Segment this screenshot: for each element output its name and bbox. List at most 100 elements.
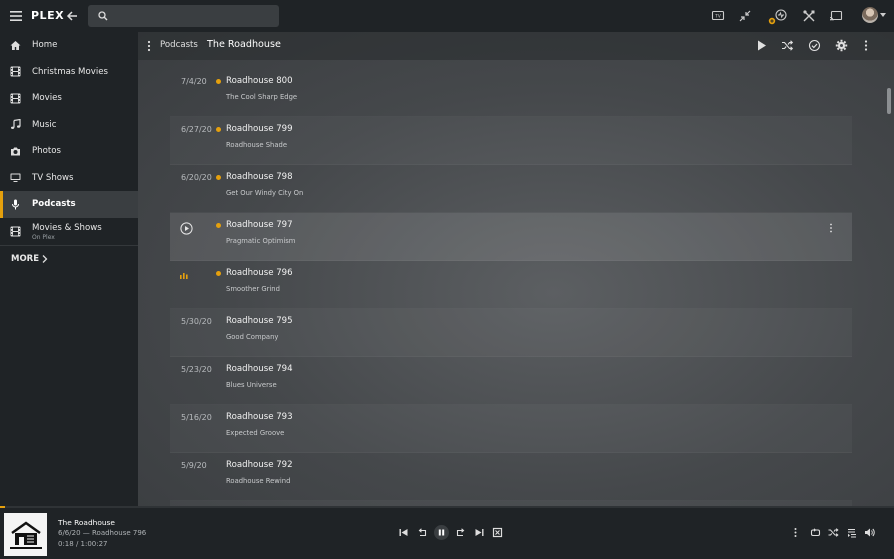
film-icon xyxy=(10,226,21,237)
camera-icon xyxy=(10,146,21,157)
plex-logo[interactable]: PLEX xyxy=(31,9,64,22)
player-bar: The Roadhouse 6/6/20 — Roadhouse 796 0:1… xyxy=(0,506,894,559)
pause-button[interactable] xyxy=(434,525,449,540)
cast-icon[interactable] xyxy=(829,9,843,23)
unplayed-dot-icon xyxy=(216,223,221,228)
sidebar-item-movies[interactable]: Movies xyxy=(0,85,138,112)
episode-title[interactable]: Roadhouse 793 xyxy=(226,412,293,422)
sidebar-item-label: Photos xyxy=(32,146,61,157)
stop-icon[interactable] xyxy=(492,527,503,538)
avatar[interactable] xyxy=(862,7,878,23)
shuffle-icon[interactable] xyxy=(781,39,794,52)
page-title: The Roadhouse xyxy=(207,39,281,50)
sidebar-divider xyxy=(0,244,138,246)
scrollbar[interactable] xyxy=(887,88,891,114)
episode-subtitle: Smoother Grind xyxy=(226,285,280,293)
tv-icon[interactable]: TV xyxy=(711,9,725,23)
episode-date: 5/23/20 xyxy=(181,365,212,374)
unplayed-dot-icon xyxy=(216,175,221,180)
svg-text:TV: TV xyxy=(714,14,721,19)
more-vertical-icon[interactable] xyxy=(793,527,798,538)
play-circle-icon[interactable] xyxy=(180,222,193,235)
episode-date: 7/4/20 xyxy=(181,77,207,86)
episode-title[interactable]: Roadhouse 798 xyxy=(226,172,293,182)
skip-next-icon[interactable] xyxy=(474,527,485,538)
episode-date: 5/9/20 xyxy=(181,461,207,470)
film-icon xyxy=(10,66,21,77)
sidebar-item-tv-shows[interactable]: TV Shows xyxy=(0,165,138,192)
unplayed-dot-icon xyxy=(216,271,221,276)
progress-bar[interactable] xyxy=(0,506,894,508)
sidebar-item-movies-and-shows[interactable]: Movies & Shows On Plex xyxy=(0,218,138,245)
play-icon[interactable] xyxy=(755,39,768,52)
search-box[interactable] xyxy=(88,5,279,27)
main-content: Podcasts The Roadhouse 7/4/20 Roadhouse … xyxy=(138,32,894,506)
more-vertical-icon[interactable] xyxy=(146,40,152,52)
episode-title[interactable]: Roadhouse 792 xyxy=(226,460,293,470)
episode-row[interactable]: Roadhouse 796 Smoother Grind xyxy=(170,261,852,309)
more-button[interactable]: MORE xyxy=(11,254,48,264)
sidebar-item-music[interactable]: Music xyxy=(0,112,138,139)
activity-icon[interactable] xyxy=(768,9,787,25)
episode-row[interactable]: 5/30/20 Roadhouse 795 Good Company xyxy=(170,309,852,357)
chevron-right-icon xyxy=(42,255,48,263)
shuffle-icon[interactable] xyxy=(828,527,839,538)
episode-row[interactable]: 5/9/20 Roadhouse 792 Roadhouse Rewind xyxy=(170,453,852,501)
microphone-icon xyxy=(10,199,21,210)
episode-subtitle: Expected Groove xyxy=(226,429,285,437)
search-input[interactable] xyxy=(114,10,274,22)
hamburger-icon[interactable] xyxy=(9,9,23,23)
scrollbar-thumb[interactable] xyxy=(887,88,891,114)
more-vertical-icon[interactable] xyxy=(863,39,876,52)
episode-list: 7/4/20 Roadhouse 800 The Cool Sharp Edge… xyxy=(170,69,852,506)
episode-title[interactable]: Roadhouse 797 xyxy=(226,220,293,230)
episode-subtitle: Blues Universe xyxy=(226,381,277,389)
episode-title[interactable]: Roadhouse 796 xyxy=(226,268,293,278)
pause-icon xyxy=(438,529,445,536)
episode-title[interactable]: Roadhouse 799 xyxy=(226,124,293,134)
more-vertical-icon[interactable] xyxy=(829,223,833,233)
unplayed-dot-icon xyxy=(216,79,221,84)
chevron-down-icon[interactable] xyxy=(880,13,886,17)
episode-row[interactable]: Roadhouse 797 Pragmatic Optimism xyxy=(170,213,852,261)
episode-subtitle: Roadhouse Rewind xyxy=(226,477,291,485)
sidebar-item-home[interactable]: Home xyxy=(0,32,138,59)
progress-fill xyxy=(0,506,6,508)
episode-row[interactable]: 6/20/20 Roadhouse 798 Get Our Windy City… xyxy=(170,165,852,213)
playlist-icon[interactable] xyxy=(847,527,858,538)
episode-row[interactable]: 6/27/20 Roadhouse 799 Roadhouse Shade xyxy=(170,117,852,165)
replay-icon[interactable] xyxy=(417,527,428,538)
episode-row[interactable]: 5/23/20 Roadhouse 794 Blues Universe xyxy=(170,357,852,405)
minimize-icon[interactable] xyxy=(738,9,752,23)
episode-date: 6/20/20 xyxy=(181,173,212,182)
settings-gear-icon[interactable] xyxy=(835,39,848,52)
episode-title[interactable]: Roadhouse 800 xyxy=(226,76,293,86)
sidebar-item-podcasts[interactable]: Podcasts xyxy=(0,191,138,218)
mark-played-icon[interactable] xyxy=(808,39,821,52)
sidebar-item-label: Podcasts xyxy=(32,199,76,210)
music-note-icon xyxy=(10,119,21,130)
skip-previous-icon[interactable] xyxy=(398,527,409,538)
breadcrumb-podcasts[interactable]: Podcasts xyxy=(160,40,198,50)
episode-date: 5/30/20 xyxy=(181,317,212,326)
home-icon xyxy=(10,40,21,51)
now-playing-time: 0:18 / 1:00:27 xyxy=(58,540,108,548)
now-playing-subtitle[interactable]: 6/6/20 — Roadhouse 796 xyxy=(58,529,146,537)
episode-title[interactable]: Roadhouse 794 xyxy=(226,364,293,374)
episode-title[interactable]: Roadhouse 795 xyxy=(226,316,293,326)
volume-icon[interactable] xyxy=(864,527,875,538)
back-arrow-icon[interactable] xyxy=(66,10,78,22)
episode-subtitle: Good Company xyxy=(226,333,279,341)
podcast-artwork[interactable] xyxy=(4,513,47,556)
settings-tools-icon[interactable] xyxy=(802,9,816,23)
episode-row[interactable]: 7/4/20 Roadhouse 800 The Cool Sharp Edge xyxy=(170,69,852,117)
now-playing-title[interactable]: The Roadhouse xyxy=(58,518,115,527)
sidebar-item-christmas-movies[interactable]: Christmas Movies xyxy=(0,59,138,86)
forward-icon[interactable] xyxy=(455,527,466,538)
sidebar-item-photos[interactable]: Photos xyxy=(0,138,138,165)
episode-subtitle: Pragmatic Optimism xyxy=(226,237,296,245)
sidebar-item-label: Christmas Movies xyxy=(32,66,108,77)
episode-subtitle: Get Our Windy City On xyxy=(226,189,304,197)
repeat-icon[interactable] xyxy=(810,527,821,538)
episode-row[interactable]: 5/16/20 Roadhouse 793 Expected Groove xyxy=(170,405,852,453)
